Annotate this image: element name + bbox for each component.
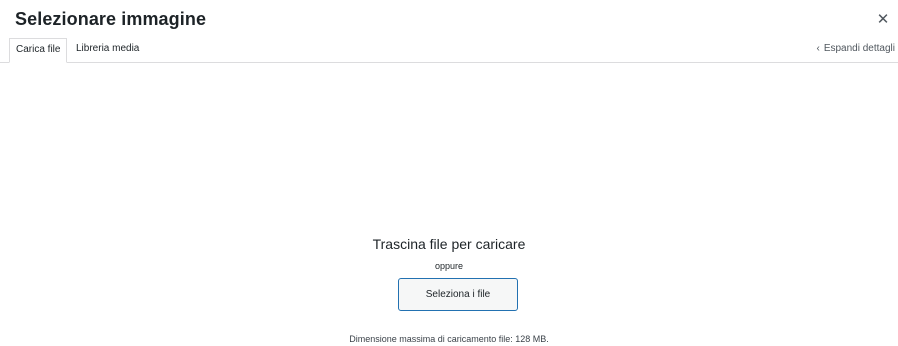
tab-label: Libreria media [76,43,140,54]
expand-details-link[interactable]: ‹ Espandi dettagli [816,38,895,62]
select-files-button[interactable]: Seleziona i file [398,278,518,311]
expand-details-label: Espandi dettagli [823,43,895,54]
upload-drop-zone[interactable]: Trascina file per caricare oppure Selezi… [0,63,898,344]
tab-label: Carica file [16,44,61,55]
close-button[interactable]: ✕ [868,4,898,34]
modal-title: Selezionare immagine [15,9,207,29]
or-separator: oppure [434,261,464,271]
max-upload-size-text: Dimensione massima di caricamento file: … [349,334,549,344]
chevron-left-icon: ‹ [816,43,820,54]
media-modal: Selezionare immagine ✕ Carica file Libre… [0,0,898,344]
tab-bar: Carica file Libreria media ‹ Espandi dett… [0,38,898,63]
tab-media-library[interactable]: Libreria media [70,38,145,62]
tab-upload-files[interactable]: Carica file [9,38,68,63]
drop-instructions: Trascina file per caricare [372,236,526,252]
close-icon: ✕ [876,11,890,28]
